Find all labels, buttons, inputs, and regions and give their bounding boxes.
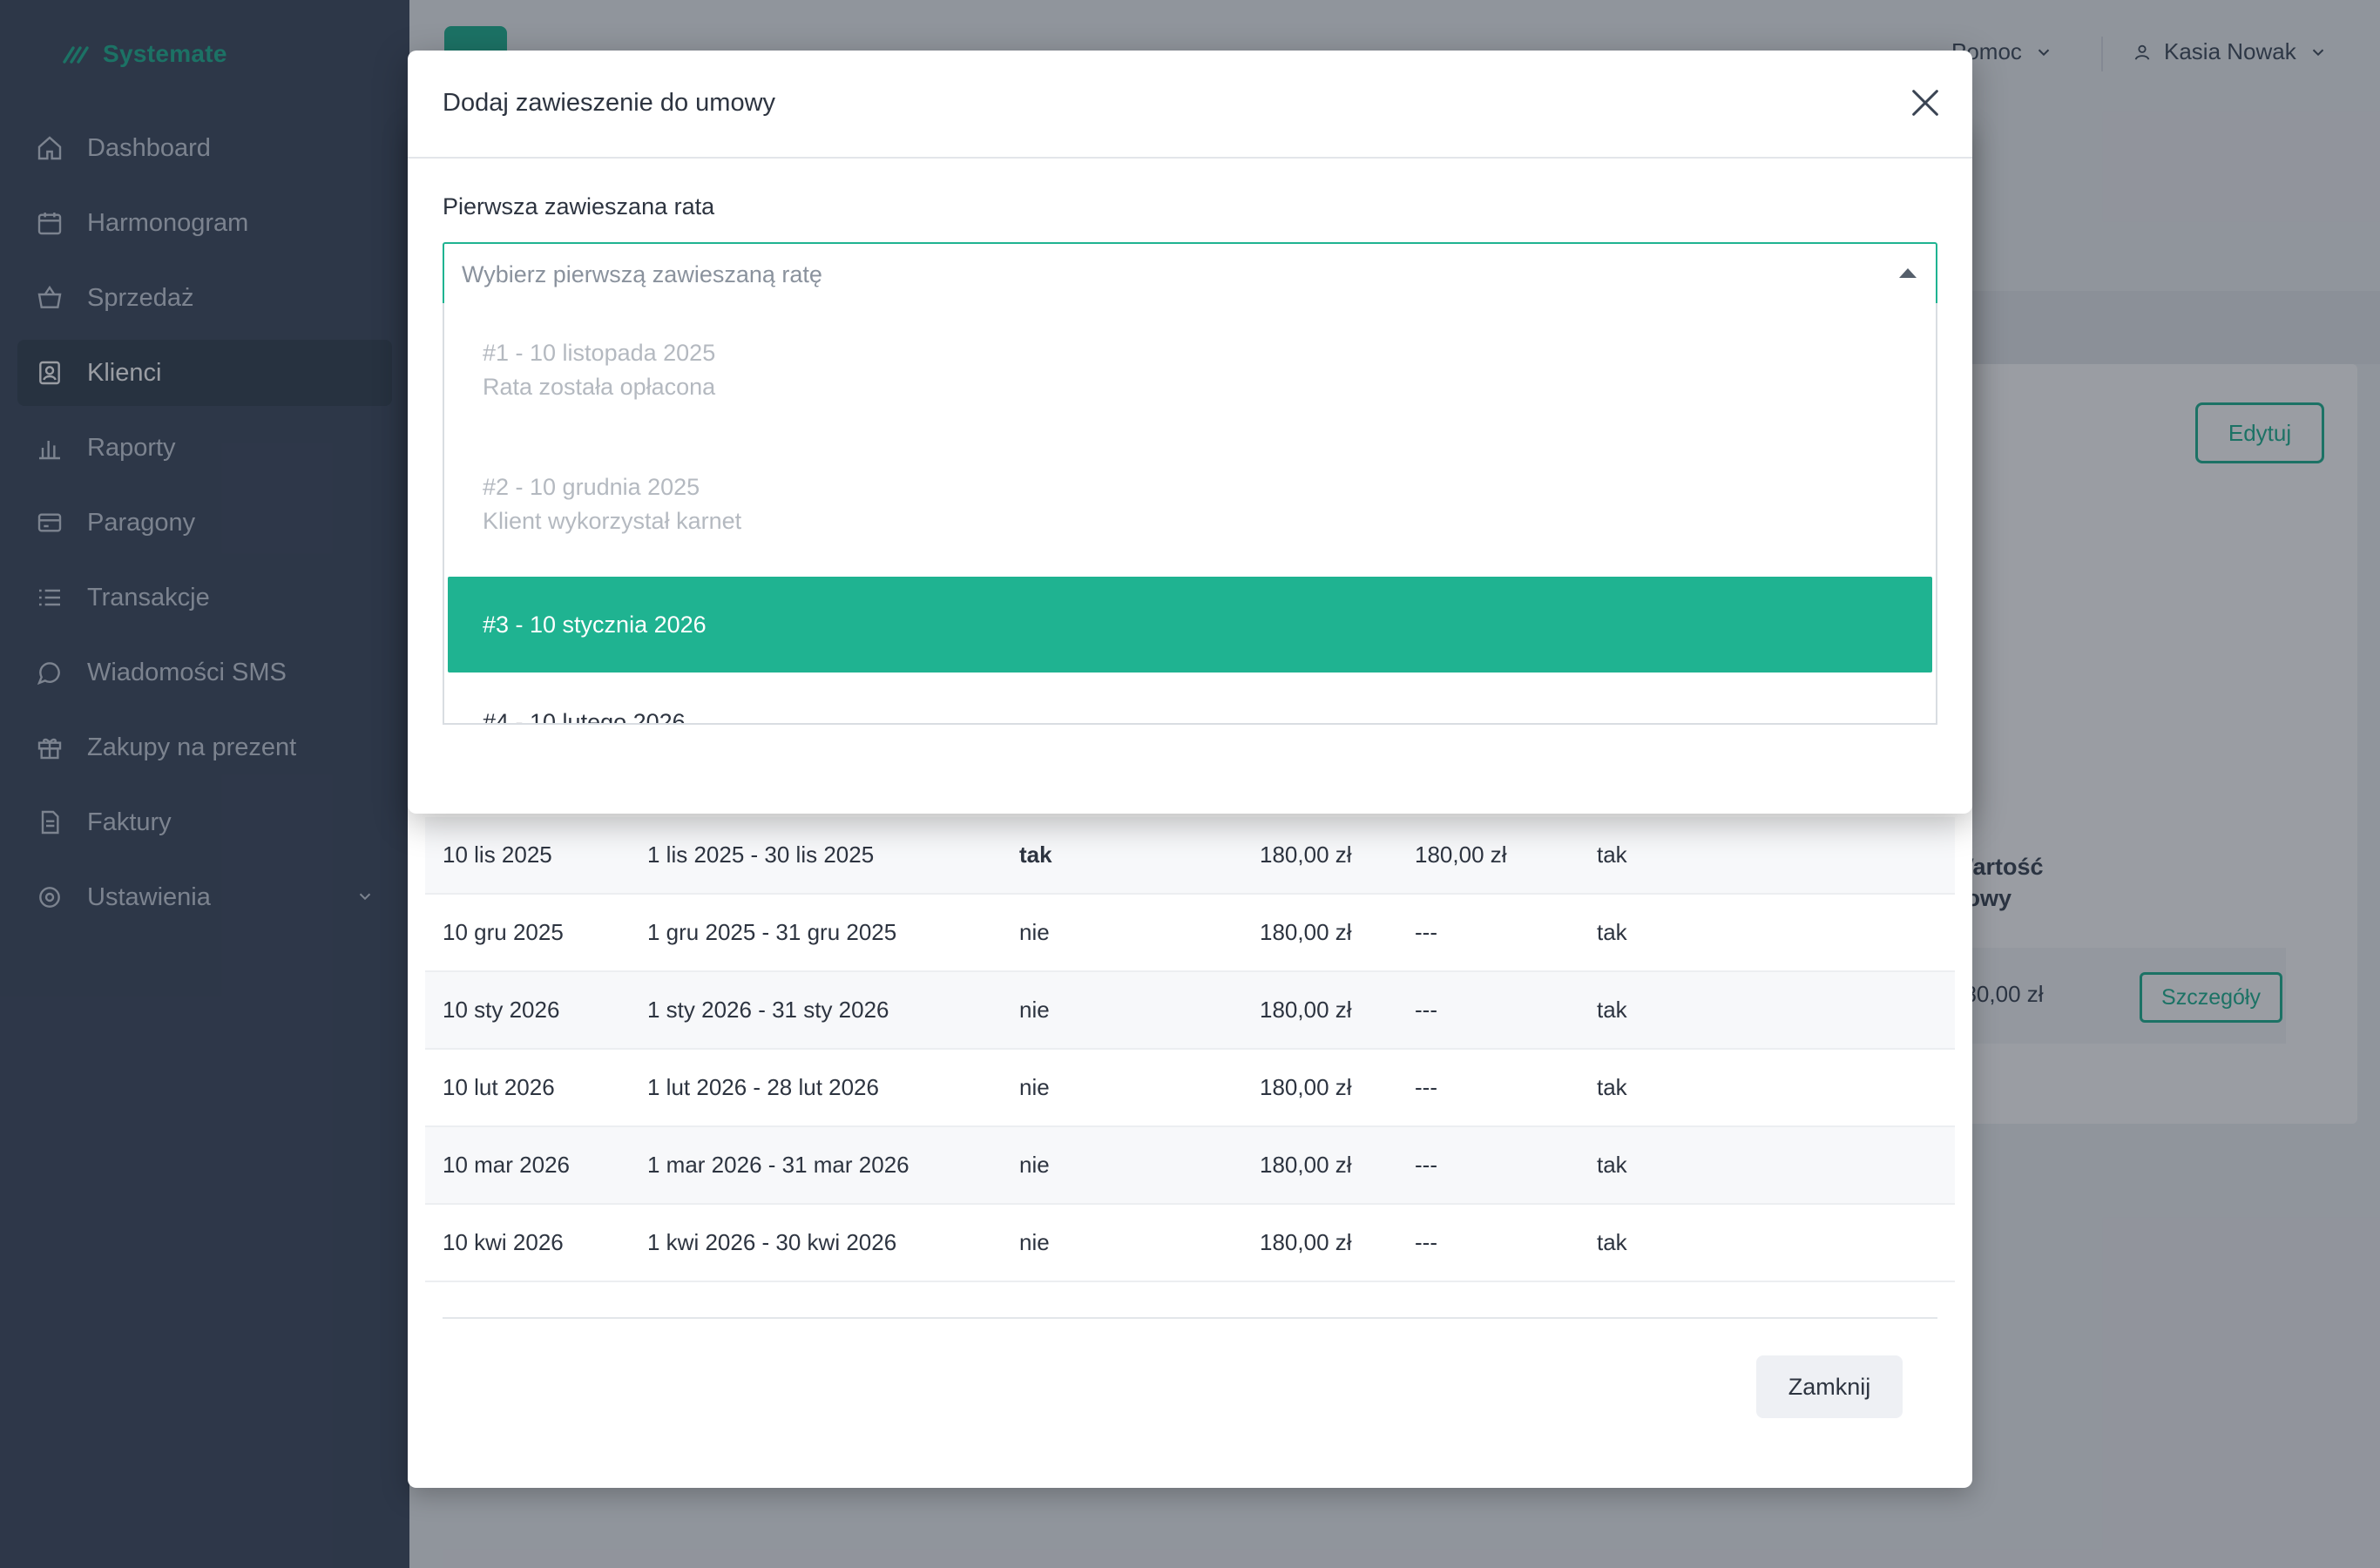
footer-divider (443, 1317, 1937, 1319)
due-date-cell: 10 lut 2026 (443, 1074, 555, 1100)
paid-cell: nie (1019, 1229, 1050, 1255)
paid-amount-cell: --- (1415, 919, 1437, 945)
table-row: 10 sty 2026 1 sty 2026 - 31 sty 2026 nie… (425, 972, 1955, 1050)
caret-up-icon (1899, 268, 1917, 278)
period-cell: 1 kwi 2026 - 30 kwi 2026 (647, 1229, 897, 1255)
amount-cell: 180,00 zł (1260, 1152, 1352, 1178)
close-icon[interactable] (1908, 85, 1943, 120)
option-note: Rata została opłacona (483, 374, 716, 400)
table-row: 10 lut 2026 1 lut 2026 - 28 lut 2026 nie… (425, 1050, 1955, 1127)
select-dropdown: #1 - 10 listopada 2025 Rata została opła… (443, 303, 1937, 725)
paid-cell: nie (1019, 1074, 1050, 1100)
paid-cell: tak (1019, 841, 1052, 868)
paid-cell: nie (1019, 997, 1050, 1023)
option-title: #4 - 10 lutego 2026 (483, 709, 686, 725)
close-button[interactable]: Zamknij (1756, 1355, 1903, 1418)
amount-cell: 180,00 zł (1260, 919, 1352, 945)
paid-cell: nie (1019, 919, 1050, 945)
amount-cell: 180,00 zł (1260, 841, 1352, 868)
option-note: Klient wykorzystał karnet (483, 508, 742, 534)
first-installment-select[interactable]: Wybierz pierwszą zawieszaną ratę (443, 242, 1937, 305)
dropdown-option[interactable]: #1 - 10 listopada 2025 Rata została opła… (448, 340, 1932, 401)
period-cell: 1 lis 2025 - 30 lis 2025 (647, 841, 875, 868)
option-title: #2 - 10 grudnia 2025 (483, 474, 700, 500)
add-suspension-modal: Dodaj zawieszenie do umowy Pierwsza zawi… (408, 51, 1972, 814)
dropdown-option[interactable]: #4 - 10 lutego 2026 (448, 709, 1932, 725)
active-cell: tak (1597, 1152, 1627, 1178)
paid-amount-cell: 180,00 zł (1415, 841, 1507, 868)
due-date-cell: 10 gru 2025 (443, 919, 564, 945)
paid-amount-cell: --- (1415, 997, 1437, 1023)
active-cell: tak (1597, 841, 1627, 868)
paid-amount-cell: --- (1415, 1074, 1437, 1100)
period-cell: 1 gru 2025 - 31 gru 2025 (647, 919, 897, 945)
due-date-cell: 10 kwi 2026 (443, 1229, 564, 1255)
amount-cell: 180,00 zł (1260, 1074, 1352, 1100)
table-row: 10 lis 2025 1 lis 2025 - 30 lis 2025 tak… (425, 817, 1955, 895)
modal-title: Dodaj zawieszenie do umowy (443, 89, 776, 117)
period-cell: 1 sty 2026 - 31 sty 2026 (647, 997, 889, 1023)
active-cell: tak (1597, 1229, 1627, 1255)
field-label: Pierwsza zawieszana rata (443, 193, 715, 220)
installments-table: 10 lis 2025 1 lis 2025 - 30 lis 2025 tak… (425, 817, 1955, 1282)
due-date-cell: 10 mar 2026 (443, 1152, 570, 1178)
active-cell: tak (1597, 997, 1627, 1023)
paid-cell: nie (1019, 1152, 1050, 1178)
active-cell: tak (1597, 919, 1627, 945)
due-date-cell: 10 sty 2026 (443, 997, 560, 1023)
paid-amount-cell: --- (1415, 1229, 1437, 1255)
due-date-cell: 10 lis 2025 (443, 841, 552, 868)
modal-header: Dodaj zawieszenie do umowy (408, 51, 1972, 159)
table-row: 10 mar 2026 1 mar 2026 - 31 mar 2026 nie… (425, 1127, 1955, 1205)
table-row: 10 kwi 2026 1 kwi 2026 - 30 kwi 2026 nie… (425, 1205, 1955, 1282)
select-placeholder: Wybierz pierwszą zawieszaną ratę (462, 261, 822, 287)
amount-cell: 180,00 zł (1260, 1229, 1352, 1255)
period-cell: 1 mar 2026 - 31 mar 2026 (647, 1152, 909, 1178)
table-row: 10 gru 2025 1 gru 2025 - 31 gru 2025 nie… (425, 895, 1955, 972)
option-title: #3 - 10 stycznia 2026 (483, 611, 707, 638)
dropdown-option-highlighted[interactable]: #3 - 10 stycznia 2026 (448, 577, 1932, 672)
amount-cell: 180,00 zł (1260, 997, 1352, 1023)
paid-amount-cell: --- (1415, 1152, 1437, 1178)
option-title: #1 - 10 listopada 2025 (483, 340, 716, 366)
dropdown-option[interactable]: #2 - 10 grudnia 2025 Klient wykorzystał … (448, 474, 1932, 535)
period-cell: 1 lut 2026 - 28 lut 2026 (647, 1074, 879, 1100)
active-cell: tak (1597, 1074, 1627, 1100)
